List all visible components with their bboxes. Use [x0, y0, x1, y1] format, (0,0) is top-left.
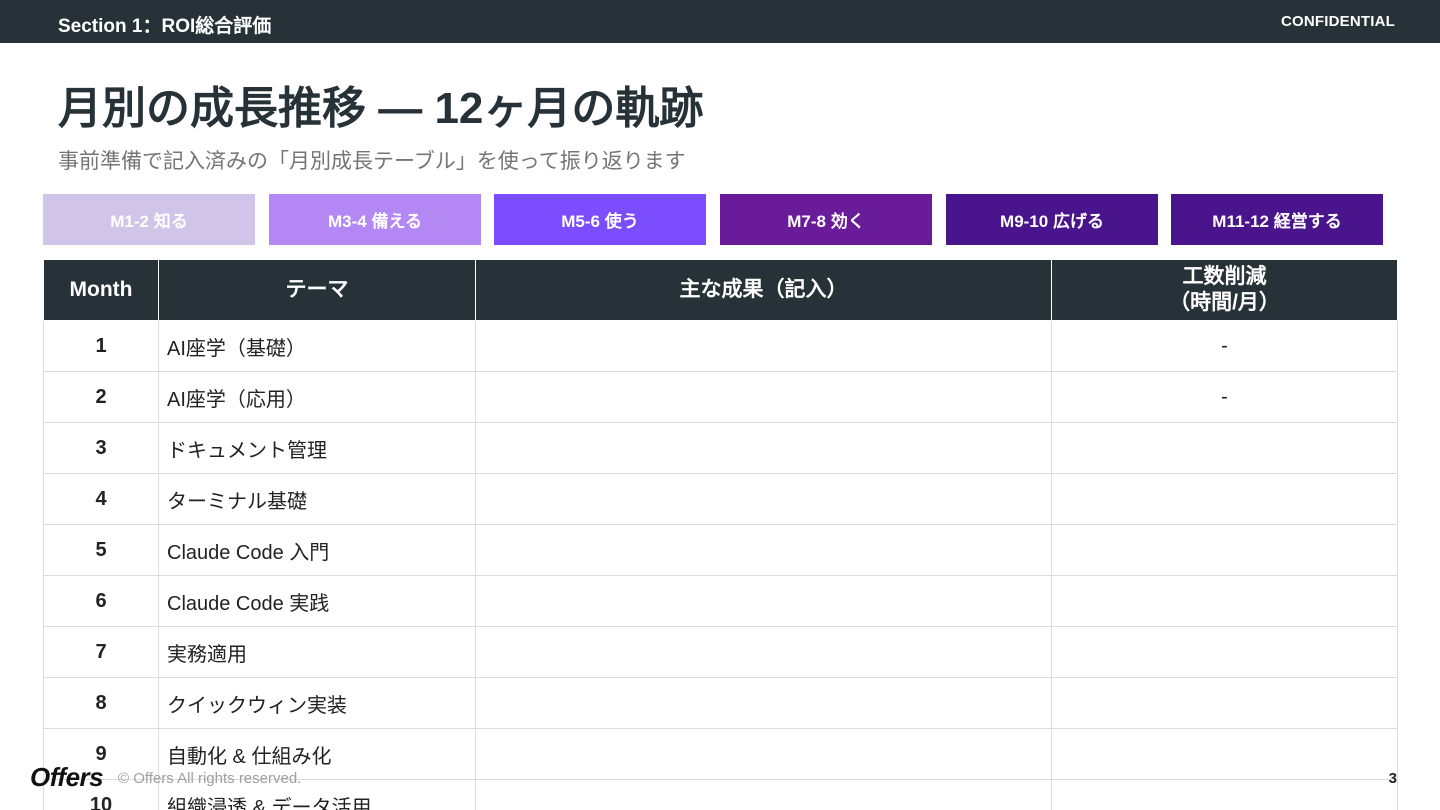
theme-cell: ターミナル基礎: [158, 473, 476, 525]
table-row: 7 実務適用: [43, 626, 1398, 678]
hours-cell[interactable]: [1051, 473, 1398, 525]
month-cell: 5: [43, 524, 159, 576]
confidential-label: CONFIDENTIAL: [1280, 13, 1395, 30]
hours-cell[interactable]: [1051, 524, 1398, 576]
theme-cell: Claude Code 入門: [158, 524, 476, 576]
theme-cell: 実務適用: [158, 626, 476, 678]
monthly-growth-table: Month テーマ 主な成果（記入） 工数削減 （時間/月） 1 AI座学（基礎）…: [43, 259, 1398, 810]
header-hours: 工数削減 （時間/月）: [1051, 259, 1398, 321]
month-cell: 7: [43, 626, 159, 678]
theme-cell: クイックウィン実装: [158, 677, 476, 729]
page-number: 3: [1388, 770, 1397, 787]
result-cell[interactable]: [475, 677, 1052, 729]
phase-chip-m7-8: M7-8 効く: [720, 194, 932, 245]
theme-cell: AI座学（応用）: [158, 371, 476, 423]
hours-cell[interactable]: -: [1051, 371, 1398, 423]
header-result: 主な成果（記入）: [475, 259, 1052, 321]
phase-chip-m9-10: M9-10 広げる: [946, 194, 1158, 245]
copyright-text: © Offers All rights reserved.: [118, 770, 302, 787]
hours-cell[interactable]: [1051, 575, 1398, 627]
footer: Offers © Offers All rights reserved. 3: [0, 760, 1440, 800]
result-cell[interactable]: [475, 524, 1052, 576]
theme-cell: Claude Code 実践: [158, 575, 476, 627]
phase-chip-m1-2: M1-2 知る: [43, 194, 255, 245]
offers-logo: Offers: [30, 762, 104, 792]
header-theme: テーマ: [158, 259, 476, 321]
hours-cell[interactable]: -: [1051, 320, 1398, 372]
hours-cell[interactable]: [1051, 677, 1398, 729]
table-row: 8 クイックウィン実装: [43, 677, 1398, 729]
hours-cell[interactable]: [1051, 422, 1398, 474]
result-cell[interactable]: [475, 371, 1052, 423]
result-cell[interactable]: [475, 320, 1052, 372]
phase-chip-m11-12: M11-12 経営する: [1171, 194, 1383, 245]
table-row: 6 Claude Code 実践: [43, 575, 1398, 627]
month-cell: 1: [43, 320, 159, 372]
section-label: Section 1：ROI総合評価: [58, 16, 272, 37]
result-cell[interactable]: [475, 575, 1052, 627]
table-row: 3 ドキュメント管理: [43, 422, 1398, 474]
theme-cell: ドキュメント管理: [158, 422, 476, 474]
page-subtitle: 事前準備で記入済みの「月別成長テーブル」を使って振り返ります: [58, 150, 686, 173]
month-cell: 3: [43, 422, 159, 474]
table-row: 2 AI座学（応用） -: [43, 371, 1398, 423]
month-cell: 4: [43, 473, 159, 525]
header-month: Month: [43, 259, 159, 321]
table-row: 4 ターミナル基礎: [43, 473, 1398, 525]
top-bar: Section 1：ROI総合評価 CONFIDENTIAL: [0, 0, 1440, 43]
hours-cell[interactable]: [1051, 626, 1398, 678]
phase-chip-m3-4: M3-4 備える: [269, 194, 481, 245]
theme-cell: AI座学（基礎）: [158, 320, 476, 372]
month-cell: 8: [43, 677, 159, 729]
month-cell: 2: [43, 371, 159, 423]
month-cell: 6: [43, 575, 159, 627]
table-row: 1 AI座学（基礎） -: [43, 320, 1398, 372]
page-title: 月別の成長推移 — 12ヶ月の軌跡: [58, 84, 704, 133]
result-cell[interactable]: [475, 473, 1052, 525]
result-cell[interactable]: [475, 626, 1052, 678]
table-row: 5 Claude Code 入門: [43, 524, 1398, 576]
result-cell[interactable]: [475, 422, 1052, 474]
phase-bar: M1-2 知る M3-4 備える M5-6 使う M7-8 効く M9-10 広…: [43, 194, 1383, 245]
table-header-row: Month テーマ 主な成果（記入） 工数削減 （時間/月）: [43, 259, 1398, 321]
phase-chip-m5-6: M5-6 使う: [494, 194, 706, 245]
